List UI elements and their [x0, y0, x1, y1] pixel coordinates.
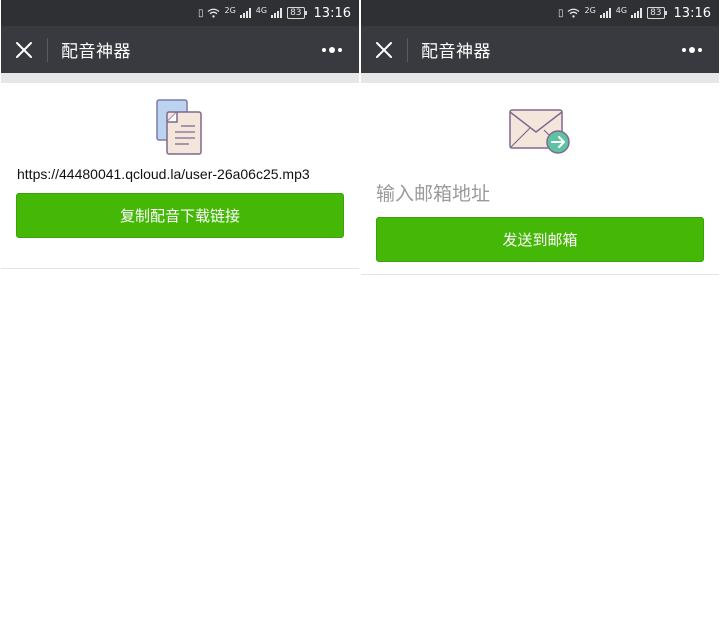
nav-divider [407, 37, 408, 62]
more-button[interactable] [675, 26, 709, 73]
copy-link-panel: https://44480041.qcloud.la/user-26a06c25… [1, 83, 359, 269]
close-icon [376, 41, 392, 58]
header-band [361, 73, 719, 83]
network-2g: 2G [224, 5, 236, 15]
nav-divider [47, 37, 48, 62]
signal-icon [239, 8, 251, 18]
signal-icon [631, 8, 643, 18]
network-4g: 4G [255, 5, 268, 15]
page-title: 配音神器 [421, 42, 491, 62]
close-button[interactable] [1, 26, 47, 73]
page-title: 配音神器 [61, 42, 131, 62]
copy-link-screen: ▯ 2G 4G 83 13:16 配音神器 https://44480041.q… [1, 0, 359, 638]
battery-icon: 83 [287, 7, 308, 19]
vibrate-icon: ▯ [557, 7, 564, 19]
email-panel: 发送到邮箱 [361, 83, 719, 275]
network-4g: 4G [615, 5, 628, 15]
status-time: 13:16 [313, 5, 351, 21]
more-dots-icon [322, 46, 342, 53]
status-bar: ▯ 2G 4G 83 13:16 [361, 0, 719, 26]
signal-icon [599, 8, 611, 18]
send-email-button[interactable]: 发送到邮箱 [376, 217, 704, 262]
close-icon [16, 41, 32, 58]
screenshot-pair: ▯ 2G 4G 83 13:16 配音神器 https://44480041.q… [0, 0, 720, 638]
header-band [1, 73, 359, 83]
close-button[interactable] [361, 26, 407, 73]
email-screen: ▯ 2G 4G 83 13:16 配音神器 输入邮箱地址 发送到邮箱 [361, 0, 719, 638]
more-button[interactable] [315, 26, 349, 73]
wifi-icon [208, 8, 220, 18]
documents-icon [156, 99, 202, 155]
battery-icon: 83 [647, 7, 668, 19]
status-bar: ▯ 2G 4G 83 13:16 [1, 0, 359, 26]
vibrate-icon: ▯ [197, 7, 204, 19]
wifi-icon [568, 8, 580, 18]
network-2g: 2G [584, 5, 596, 15]
nav-bar: 配音神器 [361, 26, 719, 73]
status-time: 13:16 [673, 5, 711, 21]
more-dots-icon [682, 46, 702, 53]
copy-link-button[interactable]: 复制配音下载链接 [16, 193, 344, 238]
icon-area [1, 83, 359, 160]
nav-bar: 配音神器 [1, 26, 359, 73]
email-input[interactable] [376, 176, 706, 212]
download-url: https://44480041.qcloud.la/user-26a06c25… [17, 166, 310, 182]
envelope-send-icon [509, 109, 570, 154]
signal-icon [271, 8, 283, 18]
icon-area [361, 83, 719, 176]
